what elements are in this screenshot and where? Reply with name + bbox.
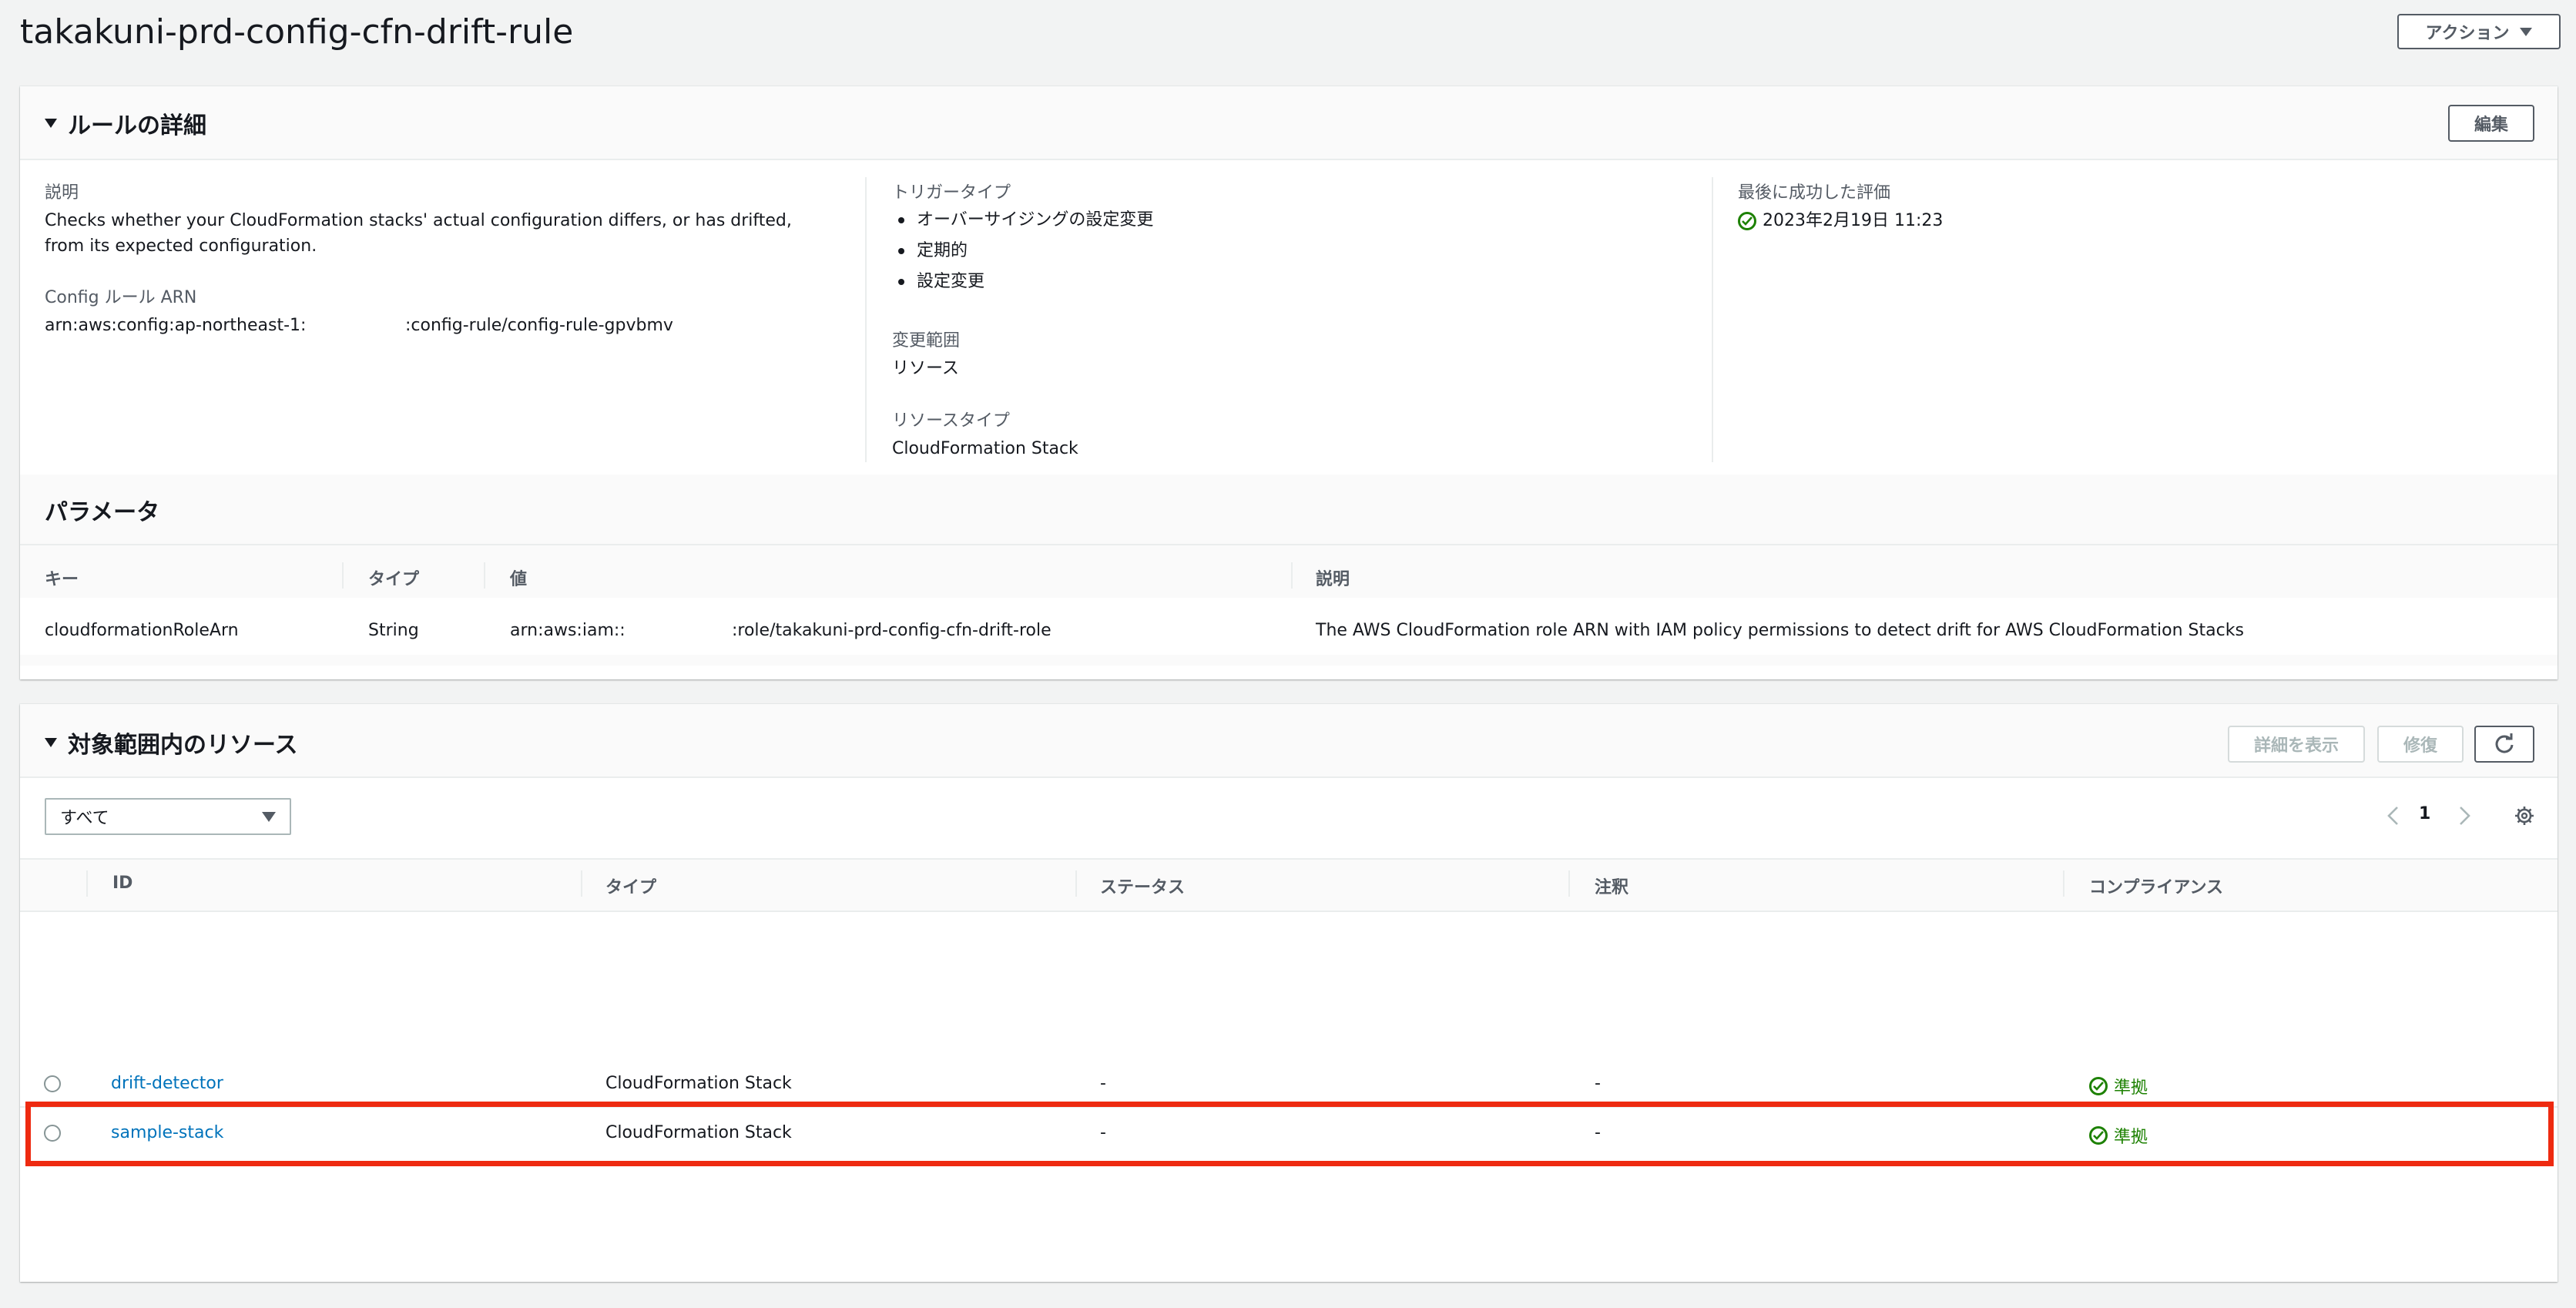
caret-down-icon: [45, 738, 57, 747]
column-divider: [86, 870, 88, 897]
rule-details-toggle[interactable]: ルールの詳細: [45, 106, 206, 140]
filter-select[interactable]: すべて: [45, 798, 291, 835]
refresh-button[interactable]: [2474, 726, 2534, 763]
column-divider: [1075, 870, 1077, 897]
param-key: cloudformationRoleArn: [45, 621, 239, 640]
column-divider: [865, 177, 867, 462]
check-circle-icon: [1738, 211, 1756, 230]
param-col-description: 説明: [1316, 570, 1350, 589]
resource-type: CloudFormation Stack: [605, 1123, 792, 1142]
param-col-type: タイプ: [368, 570, 420, 589]
param-type: String: [368, 621, 419, 640]
trigger-type-item: 定期的: [892, 236, 1153, 267]
compliance-status: 準拠: [2089, 1074, 2148, 1098]
resource-type-value: CloudFormation Stack: [892, 439, 1078, 458]
table-row[interactable]: [20, 1061, 2558, 1105]
refresh-icon: [2495, 733, 2514, 753]
column-divider: [581, 870, 582, 897]
col-annotation: 注釈: [1595, 878, 1629, 897]
parameters-title: パラメータ: [45, 499, 160, 526]
next-page-button[interactable]: [2456, 804, 2474, 827]
page-title: takakuni-prd-config-cfn-drift-rule: [20, 12, 574, 52]
actions-dropdown-button[interactable]: アクション: [2397, 14, 2561, 49]
col-status: ステータス: [1100, 878, 1186, 897]
resources-title: 対象範囲内のリソース: [68, 732, 298, 759]
check-circle-icon: [2089, 1077, 2108, 1095]
preferences-button[interactable]: [2513, 804, 2536, 827]
remediate-label: 修復: [2403, 736, 2437, 756]
row-select-radio[interactable]: [44, 1125, 61, 1142]
col-compliance: コンプライアンス: [2089, 878, 2224, 897]
caret-down-icon: [2520, 27, 2533, 36]
last-eval-value: 2023年2月19日 11:23: [1738, 208, 1943, 233]
resource-id-link[interactable]: sample-stack: [111, 1123, 223, 1142]
filter-value: すべて: [60, 809, 109, 828]
caret-down-icon: [262, 812, 276, 822]
divider: [20, 544, 2558, 545]
param-description: The AWS CloudFormation role ARN with IAM…: [1316, 621, 2244, 640]
resource-type-label: リソースタイプ: [892, 411, 1010, 431]
column-divider: [1712, 177, 1713, 462]
resources-toggle[interactable]: 対象範囲内のリソース: [45, 726, 298, 760]
edit-label: 編集: [2474, 116, 2508, 135]
gear-icon: [2515, 807, 2534, 825]
description-label: 説明: [45, 183, 79, 203]
resource-id-link[interactable]: drift-detector: [111, 1074, 223, 1093]
trigger-type-item: 設定変更: [892, 267, 1153, 297]
compliance-label: 準拠: [2114, 1128, 2148, 1147]
param-col-value: 値: [510, 570, 528, 589]
table-row[interactable]: [20, 1111, 2558, 1154]
last-eval-timestamp: 2023年2月19日 11:23: [1763, 211, 1944, 230]
resources-header: [20, 704, 2558, 778]
arn-label: Config ルール ARN: [45, 288, 197, 307]
col-type: タイプ: [605, 878, 657, 897]
row-select-radio[interactable]: [44, 1075, 61, 1092]
resource-annotation: -: [1595, 1074, 1601, 1093]
chevron-right-icon: [2460, 807, 2470, 825]
prev-page-button[interactable]: [2383, 804, 2402, 827]
trigger-type-item: オーバーサイジングの設定変更: [892, 205, 1153, 236]
caret-down-icon: [45, 119, 57, 128]
col-id: ID: [112, 874, 133, 893]
trigger-type-label: トリガータイプ: [892, 183, 1011, 203]
description-value: Checks whether your CloudFormation stack…: [45, 211, 792, 256]
column-divider: [1568, 870, 1570, 897]
page-number[interactable]: 1: [2419, 804, 2430, 823]
compliance-status: 準拠: [2089, 1123, 2148, 1148]
chevron-left-icon: [2387, 807, 2398, 825]
view-details-button[interactable]: 詳細を表示: [2228, 726, 2365, 763]
resource-status: -: [1100, 1123, 1106, 1142]
compliance-label: 準拠: [2114, 1078, 2148, 1098]
resource-annotation: -: [1595, 1123, 1601, 1142]
column-divider: [2063, 870, 2064, 897]
param-value-prefix: arn:aws:iam::: [510, 621, 626, 640]
arn-suffix: :config-rule/config-rule-gpvbmv: [405, 316, 673, 335]
resource-status: -: [1100, 1074, 1106, 1093]
edit-button[interactable]: 編集: [2448, 105, 2534, 142]
arn-prefix: arn:aws:config:ap-northeast-1:: [45, 316, 307, 335]
column-divider: [484, 562, 485, 589]
scope-value: リソース: [892, 359, 959, 378]
rule-details-header: [20, 86, 2558, 160]
rule-details-title: ルールの詳細: [68, 112, 206, 139]
column-divider: [342, 562, 344, 589]
column-divider: [1291, 562, 1293, 589]
view-details-label: 詳細を表示: [2253, 736, 2339, 756]
param-col-key: キー: [45, 570, 79, 589]
trigger-type-list: オーバーサイジングの設定変更 定期的 設定変更: [892, 205, 1153, 297]
resources-panel: [20, 704, 2558, 1282]
scope-label: 変更範囲: [892, 331, 961, 350]
param-value-suffix: :role/takakuni-prd-config-cfn-drift-role: [732, 621, 1052, 640]
remediate-button[interactable]: 修復: [2377, 726, 2464, 763]
divider: [20, 1106, 2558, 1108]
check-circle-icon: [2089, 1126, 2108, 1145]
actions-label: アクション: [2425, 24, 2510, 43]
last-eval-label: 最後に成功した評価: [1738, 183, 1891, 203]
resource-type: CloudFormation Stack: [605, 1074, 792, 1093]
